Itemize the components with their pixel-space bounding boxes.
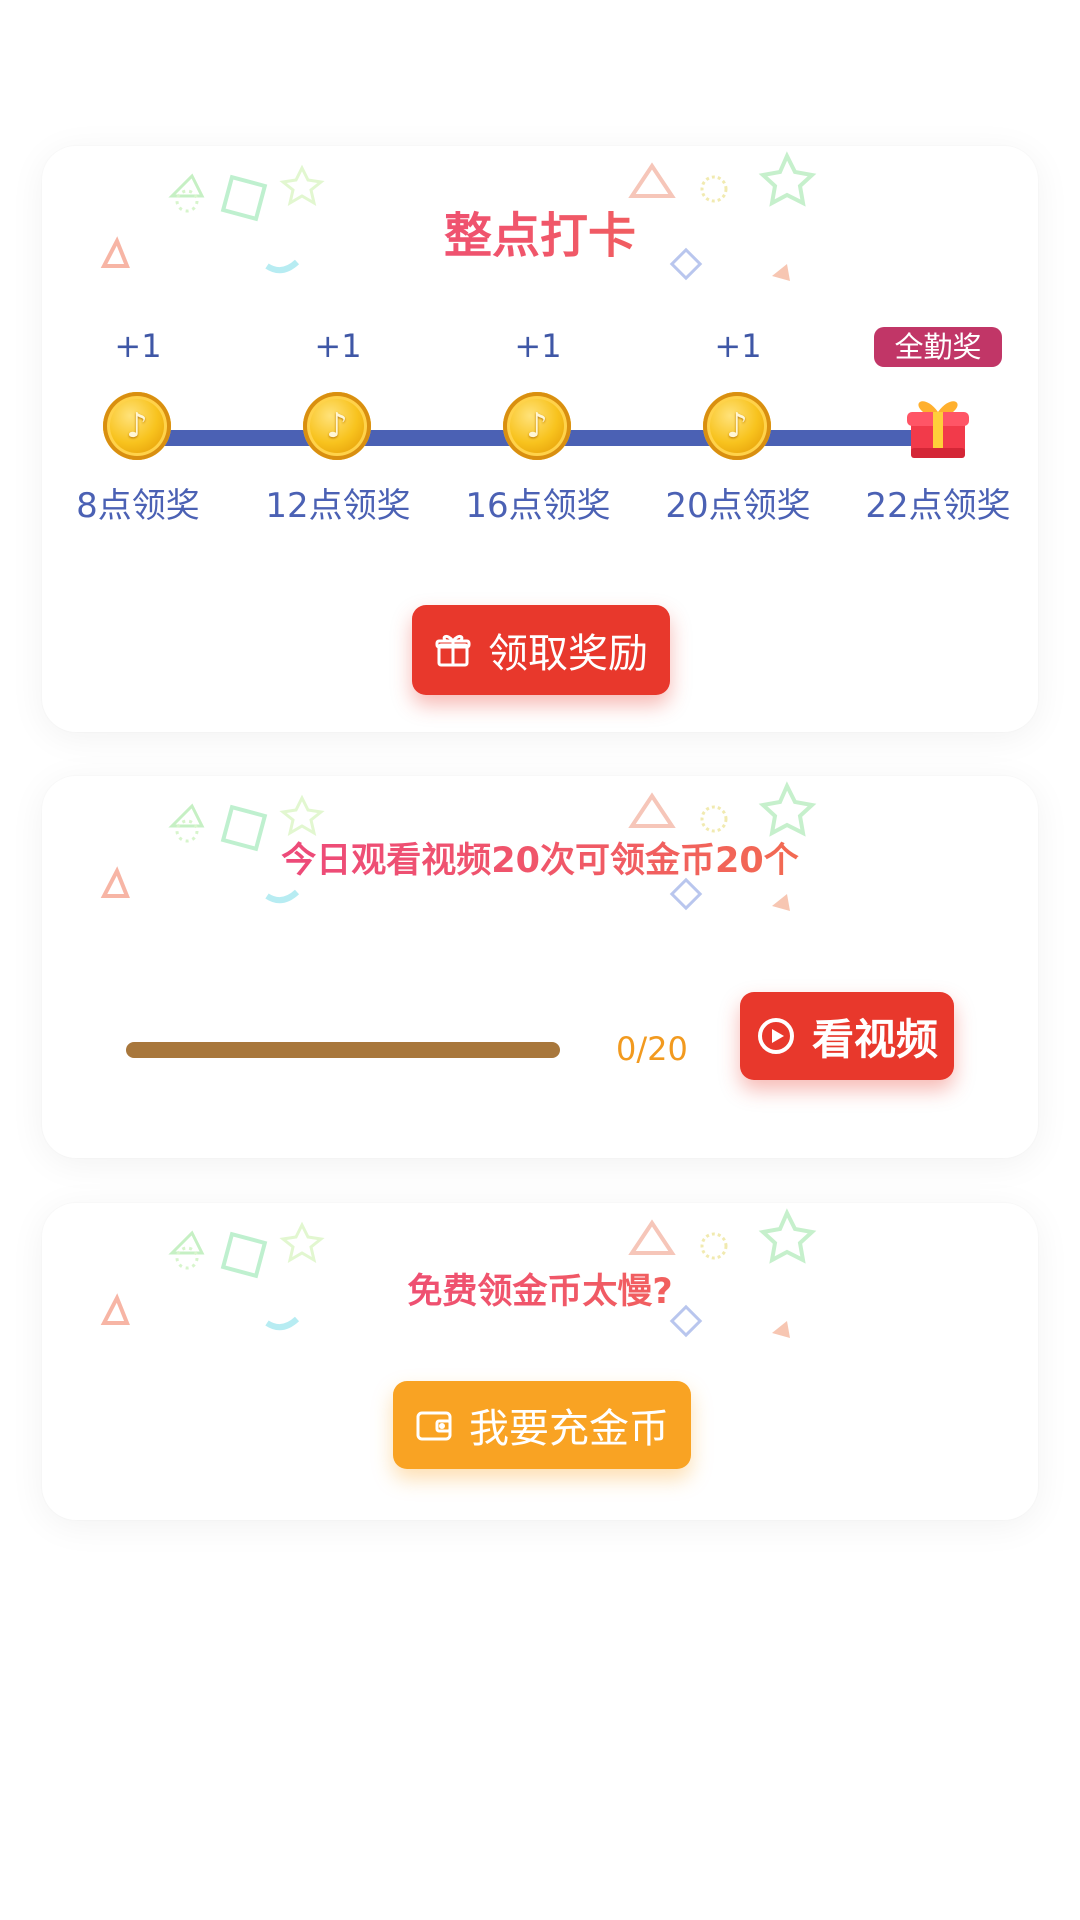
time-label: 20点领奖 <box>665 486 811 526</box>
watch-video-button[interactable]: 看视频 <box>740 992 954 1080</box>
full-attendance-badge: 全勤奖 <box>874 327 1002 367</box>
video-progress-bar <box>126 1042 560 1058</box>
recharge-card: 免费领金币太慢? 我要充金币 <box>42 1203 1038 1520</box>
claim-reward-button[interactable]: 领取奖励 <box>412 605 670 695</box>
coin-icon: ♪ <box>503 392 573 462</box>
video-task-title: 今日观看视频20次可领金币20个 <box>42 832 1038 883</box>
gift-outline-icon <box>434 631 472 669</box>
checkin-node-20: +1 ♪ 20点领奖 <box>638 326 838 527</box>
video-progress-text: 0/20 <box>616 1030 688 1068</box>
bonus-label: +1 <box>514 327 562 365</box>
bonus-label: +1 <box>114 327 162 365</box>
checkin-node-22: 全勤奖 22点领奖 <box>838 326 1038 527</box>
coin-icon: ♪ <box>303 392 373 462</box>
bonus-label: +1 <box>314 327 362 365</box>
time-label: 8点领奖 <box>76 486 200 526</box>
bonus-label: +1 <box>714 327 762 365</box>
recharge-coins-button[interactable]: 我要充金币 <box>393 1381 691 1469</box>
wallet-icon <box>415 1408 453 1442</box>
play-circle-icon <box>756 1016 796 1056</box>
recharge-title: 免费领金币太慢? <box>42 1263 1038 1314</box>
claim-reward-label: 领取奖励 <box>488 631 648 677</box>
time-label: 16点领奖 <box>465 486 611 526</box>
checkin-node-12: +1 ♪ 12点领奖 <box>238 326 438 527</box>
coin-icon: ♪ <box>703 392 773 462</box>
time-label: 22点领奖 <box>865 486 1011 526</box>
gift-box-icon <box>903 392 973 462</box>
coin-icon: ♪ <box>103 392 173 462</box>
checkin-title: 整点打卡 <box>42 196 1038 266</box>
checkin-node-8: +1 ♪ 8点领奖 <box>42 326 238 527</box>
time-label: 12点领奖 <box>265 486 411 526</box>
watch-video-label: 看视频 <box>811 1014 938 1064</box>
checkin-node-16: +1 ♪ 16点领奖 <box>438 326 638 527</box>
checkin-card: 整点打卡 +1 ♪ 8点领奖 +1 ♪ 12点领奖 +1 ♪ 16点领奖 +1 … <box>42 146 1038 732</box>
video-task-card: 今日观看视频20次可领金币20个 0/20 看视频 <box>42 776 1038 1158</box>
recharge-coins-label: 我要充金币 <box>469 1406 669 1452</box>
